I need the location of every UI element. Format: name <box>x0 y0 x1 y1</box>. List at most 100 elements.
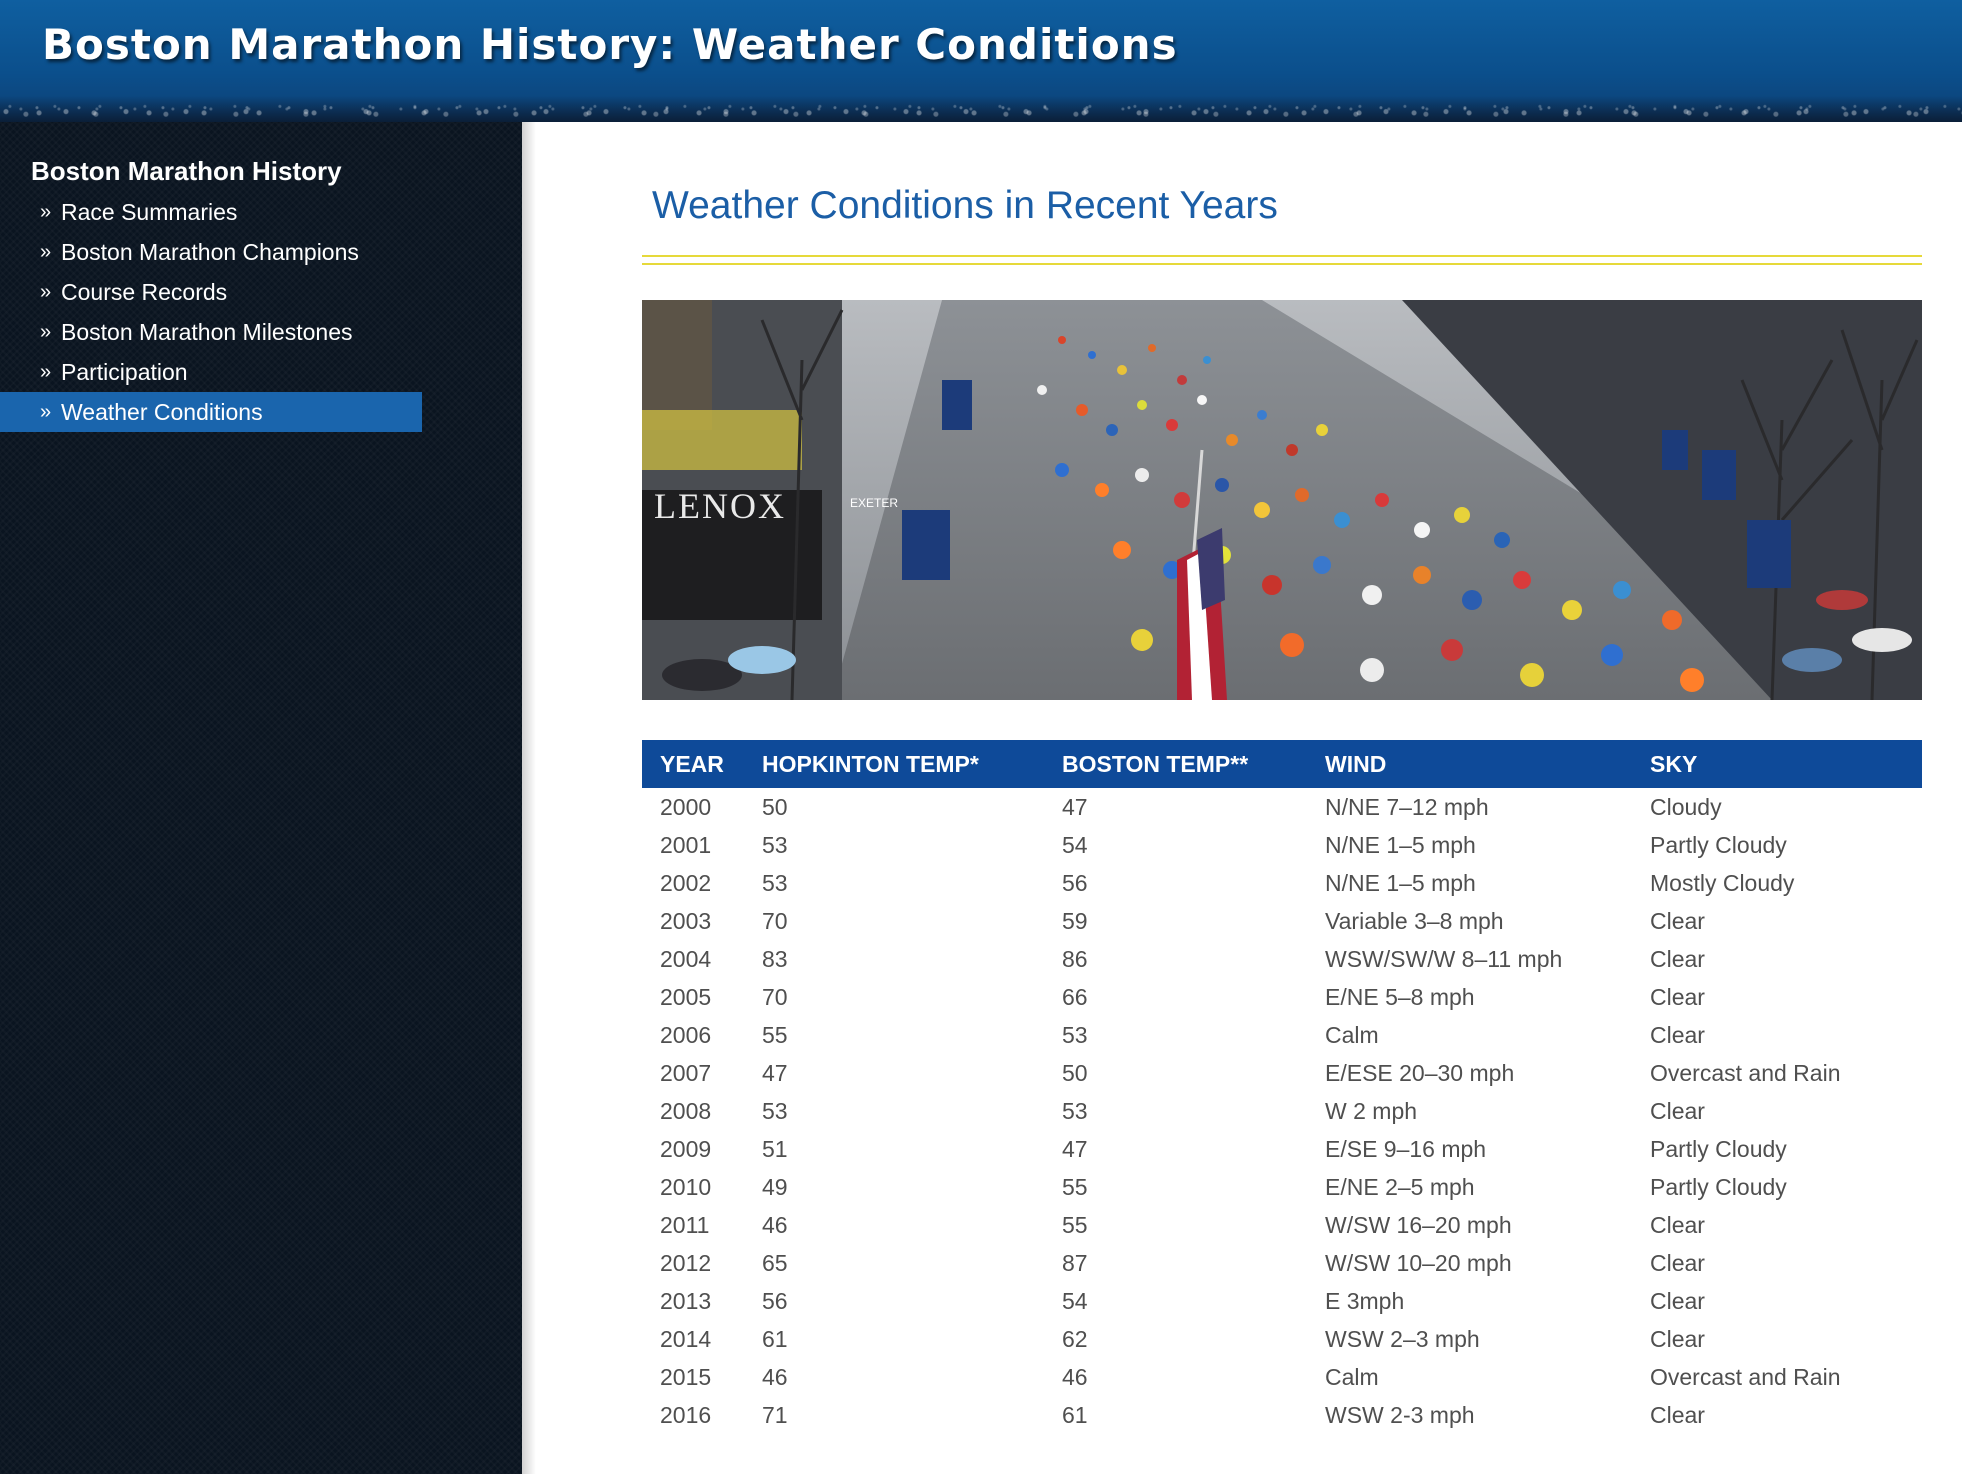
wind-cell: E/NE 2–5 mph <box>1325 1173 1475 1200</box>
sidebar-heading[interactable]: Boston Marathon History <box>31 156 342 187</box>
hopkinton-temp-cell: 70 <box>762 983 788 1010</box>
weather-table: YEAR HOPKINTON TEMP* BOSTON TEMP** WIND … <box>642 740 1922 1434</box>
column-header-boston-temp: BOSTON TEMP** <box>1062 740 1325 788</box>
sidebar-item-label[interactable]: Race Summaries <box>61 198 237 226</box>
hopkinton-temp-cell: 55 <box>762 1021 788 1048</box>
hopkinton-temp-cell: 70 <box>762 907 788 934</box>
year-cell: 2015 <box>660 1363 712 1390</box>
street-sign: EXETER <box>850 496 898 510</box>
hopkinton-temp-cell: 50 <box>762 793 788 820</box>
table-row: 2016 71 61 WSW 2-3 mph Clear <box>642 1396 1922 1434</box>
wind-cell: N/NE 7–12 mph <box>1325 793 1489 820</box>
year-cell: 2000 <box>660 793 712 820</box>
boston-temp-cell: 53 <box>1062 1021 1088 1048</box>
wind-cell: E 3mph <box>1325 1287 1405 1314</box>
sidebar-nav: » Race Summaries » Boston Marathon Champ… <box>0 192 422 432</box>
boston-temp-cell: 66 <box>1062 983 1088 1010</box>
boston-temp-cell: 46 <box>1062 1363 1088 1390</box>
wind-cell: W/SW 10–20 mph <box>1325 1249 1512 1276</box>
year-cell: 2004 <box>660 945 712 972</box>
table-row: 2011 46 55 W/SW 16–20 mph Clear <box>642 1206 1922 1244</box>
hopkinton-temp-cell: 65 <box>762 1249 788 1276</box>
sky-cell: Clear <box>1650 945 1705 972</box>
year-cell: 2011 <box>660 1211 710 1238</box>
boston-temp-cell: 61 <box>1062 1401 1088 1428</box>
year-cell: 2002 <box>660 869 712 896</box>
page-title: Weather Conditions in Recent Years <box>652 184 1278 227</box>
double-chevron-right-icon: » <box>40 201 52 223</box>
title-divider <box>642 255 1922 265</box>
boston-temp-cell: 59 <box>1062 907 1088 934</box>
sidebar-item-label[interactable]: Participation <box>61 358 188 386</box>
sidebar-item-course-records[interactable]: » Course Records <box>0 272 422 312</box>
table-row: 2002 53 56 N/NE 1–5 mph Mostly Cloudy <box>642 864 1922 902</box>
double-chevron-right-icon: » <box>40 361 52 383</box>
sky-cell: Partly Cloudy <box>1650 831 1787 858</box>
sky-cell: Cloudy <box>1650 793 1722 820</box>
hopkinton-temp-cell: 46 <box>762 1211 788 1238</box>
column-header-hopkinton-temp: HOPKINTON TEMP* <box>762 740 1062 788</box>
wind-cell: WSW 2-3 mph <box>1325 1401 1475 1428</box>
boston-temp-cell: 54 <box>1062 831 1088 858</box>
table-header-row: YEAR HOPKINTON TEMP* BOSTON TEMP** WIND … <box>642 740 1922 788</box>
wind-cell: Variable 3–8 mph <box>1325 907 1504 934</box>
hopkinton-temp-cell: 49 <box>762 1173 788 1200</box>
sky-cell: Clear <box>1650 907 1705 934</box>
sky-cell: Overcast and Rain <box>1650 1059 1841 1086</box>
table-row: 2013 56 54 E 3mph Clear <box>642 1282 1922 1320</box>
boston-temp-cell: 47 <box>1062 793 1088 820</box>
column-header-year: YEAR <box>642 740 762 788</box>
sidebar-item-champions[interactable]: » Boston Marathon Champions <box>0 232 422 272</box>
hopkinton-temp-cell: 47 <box>762 1059 788 1086</box>
sky-cell: Partly Cloudy <box>1650 1173 1787 1200</box>
sidebar-item-race-summaries[interactable]: » Race Summaries <box>0 192 422 232</box>
table-row: 2007 47 50 E/ESE 20–30 mph Overcast and Rain <box>642 1054 1922 1092</box>
sidebar-item-label[interactable]: Boston Marathon Milestones <box>61 318 353 346</box>
table-row: 2012 65 87 W/SW 10–20 mph Clear <box>642 1244 1922 1282</box>
hopkinton-temp-cell: 56 <box>762 1287 788 1314</box>
sidebar: Boston Marathon History » Race Summaries… <box>0 122 522 1474</box>
table-row: 2009 51 47 E/SE 9–16 mph Partly Cloudy <box>642 1130 1922 1168</box>
year-cell: 2001 <box>660 831 712 858</box>
boston-temp-cell: 55 <box>1062 1173 1088 1200</box>
header-frost-texture <box>0 96 1962 122</box>
hopkinton-temp-cell: 83 <box>762 945 788 972</box>
marathon-photo: LENOX EXETER <box>642 300 1922 700</box>
table-row: 2006 55 53 Calm Clear <box>642 1016 1922 1054</box>
table-row: 2005 70 66 E/NE 5–8 mph Clear <box>642 978 1922 1016</box>
year-cell: 2008 <box>660 1097 712 1124</box>
sidebar-item-label[interactable]: Boston Marathon Champions <box>61 238 359 266</box>
sky-cell: Clear <box>1650 1249 1705 1276</box>
year-cell: 2006 <box>660 1021 712 1048</box>
sidebar-item-label[interactable]: Course Records <box>61 278 227 306</box>
wind-cell: E/NE 5–8 mph <box>1325 983 1475 1010</box>
sky-cell: Clear <box>1650 1097 1705 1124</box>
wind-cell: E/SE 9–16 mph <box>1325 1135 1487 1162</box>
year-cell: 2012 <box>660 1249 712 1276</box>
sky-cell: Partly Cloudy <box>1650 1135 1787 1162</box>
sky-cell: Clear <box>1650 983 1705 1010</box>
site-header: Boston Marathon History: Weather Conditi… <box>0 0 1962 122</box>
boston-temp-cell: 50 <box>1062 1059 1088 1086</box>
table-row: 2003 70 59 Variable 3–8 mph Clear <box>642 902 1922 940</box>
sidebar-item-weather-conditions[interactable]: » Weather Conditions <box>0 392 422 432</box>
sky-cell: Overcast and Rain <box>1650 1363 1841 1390</box>
storefront-text: LENOX <box>654 486 786 526</box>
wind-cell: WSW 2–3 mph <box>1325 1325 1480 1352</box>
hopkinton-temp-cell: 53 <box>762 869 788 896</box>
column-header-sky: SKY <box>1650 740 1922 788</box>
wind-cell: Calm <box>1325 1021 1379 1048</box>
wind-cell: W/SW 16–20 mph <box>1325 1211 1512 1238</box>
wind-cell: Calm <box>1325 1363 1379 1390</box>
wind-cell: N/NE 1–5 mph <box>1325 869 1476 896</box>
boston-temp-cell: 55 <box>1062 1211 1088 1238</box>
wind-cell: N/NE 1–5 mph <box>1325 831 1476 858</box>
boston-temp-cell: 53 <box>1062 1097 1088 1124</box>
sidebar-item-participation[interactable]: » Participation <box>0 352 422 392</box>
sidebar-item-milestones[interactable]: » Boston Marathon Milestones <box>0 312 422 352</box>
table-body: 2000 50 47 N/NE 7–12 mph Cloudy 2001 53 54 N/NE … <box>642 788 1922 1434</box>
table-row: 2014 61 62 WSW 2–3 mph Clear <box>642 1320 1922 1358</box>
year-cell: 2013 <box>660 1287 712 1314</box>
sidebar-item-label[interactable]: Weather Conditions <box>61 398 263 426</box>
hopkinton-temp-cell: 71 <box>762 1401 788 1428</box>
